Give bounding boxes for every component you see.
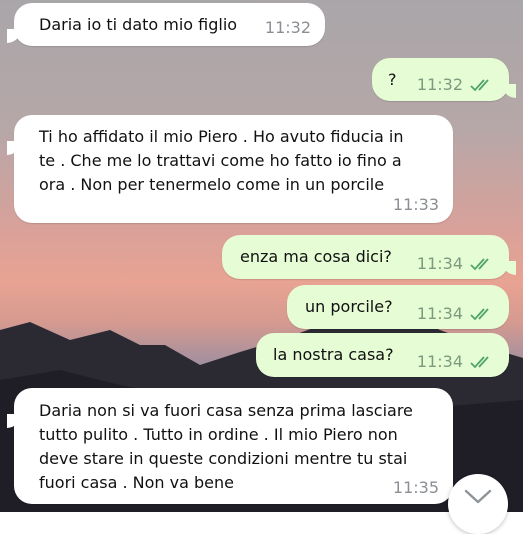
message-bubble-outgoing[interactable]: enza ma cosa dici? 11:34 [222, 235, 516, 279]
message-time: 11:34 [416, 304, 463, 323]
message-time: 11:34 [416, 352, 463, 371]
message-bubble-incoming[interactable]: Daria io ti dato mio figlio 11:32 [7, 3, 325, 46]
double-check-icon [470, 258, 489, 271]
double-check-icon [470, 79, 489, 92]
message-meta: 11:32 [417, 75, 495, 95]
double-check-icon [470, 308, 489, 321]
message-time: 11:35 [392, 478, 439, 497]
message-bubble-outgoing[interactable]: ? 11:32 [372, 58, 516, 101]
message-meta: 11:32 [265, 18, 311, 38]
message-meta: 11:34 [417, 254, 495, 274]
scroll-to-bottom-button[interactable] [448, 474, 508, 534]
message-text: Daria non si va fuori casa senza prima l… [39, 401, 413, 492]
message-text: ? [388, 70, 397, 89]
message-text: la nostra casa? [273, 345, 394, 364]
message-text: un porcile? [305, 297, 393, 316]
message-time: 11:32 [416, 75, 463, 94]
message-text: enza ma cosa dici? [240, 247, 392, 266]
message-meta: 11:34 [417, 304, 495, 324]
message-meta: 11:34 [417, 352, 495, 372]
message-time: 11:32 [264, 18, 311, 37]
message-time: 11:33 [392, 195, 439, 214]
message-bubble-incoming[interactable]: Ti ho affidato il mio Piero . Ho avuto f… [7, 115, 453, 223]
chevron-down-icon [464, 489, 492, 504]
message-meta: 11:33 [393, 195, 439, 215]
message-text: Ti ho affidato il mio Piero . Ho avuto f… [39, 127, 404, 194]
message-bubble-incoming[interactable]: Daria non si va fuori casa senza prima l… [7, 388, 453, 504]
message-time: 11:34 [416, 254, 463, 273]
message-bubble-outgoing[interactable]: un porcile? 11:34 [287, 285, 509, 329]
message-bubble-outgoing[interactable]: la nostra casa? 11:34 [256, 333, 509, 377]
double-check-icon [470, 356, 489, 369]
message-meta: 11:35 [393, 478, 439, 498]
message-text: Daria io ti dato mio figlio [39, 15, 238, 34]
